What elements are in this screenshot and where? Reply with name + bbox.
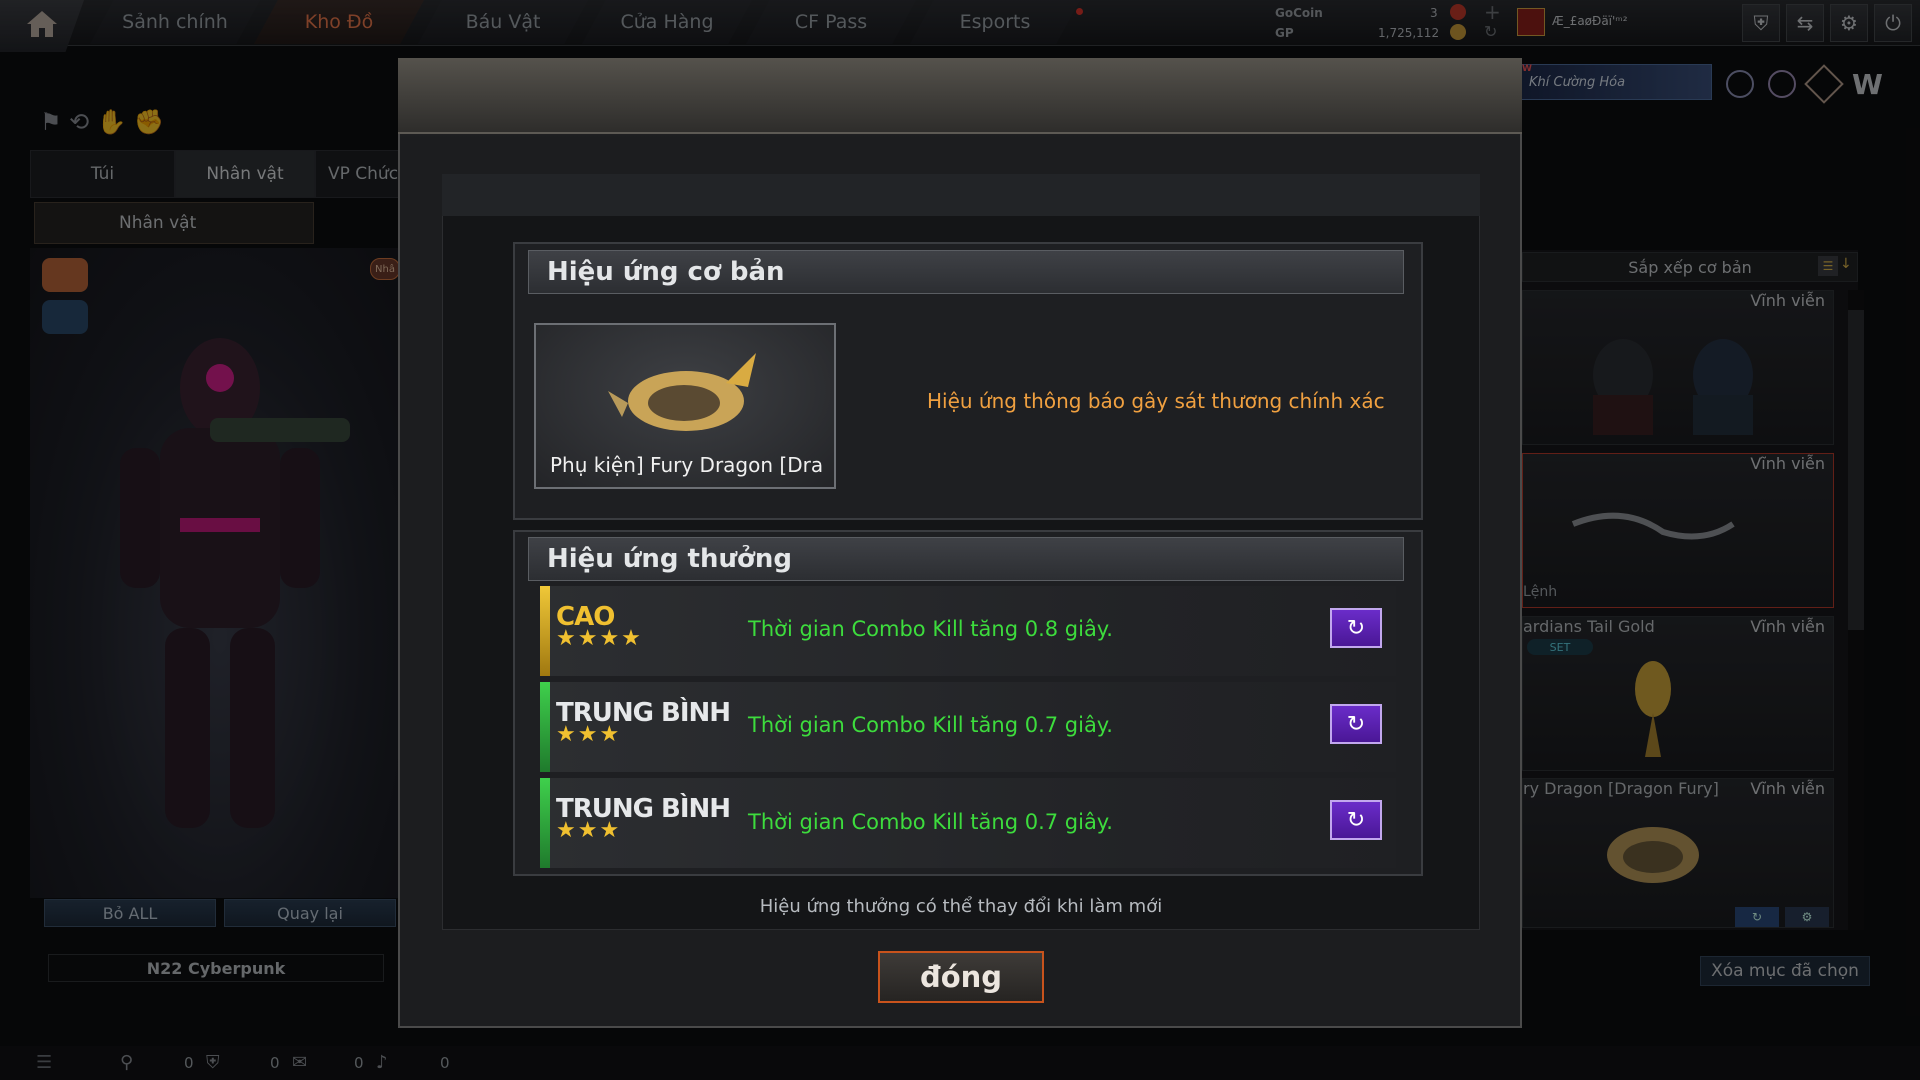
rarity-bar-medium <box>540 778 550 868</box>
refresh-effect-button[interactable]: ↻ <box>1330 704 1382 744</box>
item-preview-box: Phụ kiện] Fury Dragon [Dra; <box>534 323 836 489</box>
dialog-content-strip <box>442 174 1480 216</box>
rarity-bar-medium <box>540 682 550 772</box>
rarity-stars: ★★★ <box>556 818 622 843</box>
refresh-gp-icon: ↻ <box>1346 615 1366 641</box>
effect-text: Thời gian Combo Kill tăng 0.8 giây. <box>748 617 1113 641</box>
bonus-effect-title: Hiệu ứng thưởng <box>528 537 1404 581</box>
close-button[interactable]: đóng <box>878 951 1044 1003</box>
basic-effect-title: Hiệu ứng cơ bản <box>528 250 1404 294</box>
rarity-bar-high <box>540 586 550 676</box>
refresh-gp-icon: ↻ <box>1346 711 1366 737</box>
refresh-gp-icon: ↻ <box>1346 807 1366 833</box>
rarity-stars: ★★★★ <box>556 626 643 651</box>
item-name: Phụ kiện] Fury Dragon [Dra; <box>550 453 822 477</box>
rarity-stars: ★★★ <box>556 722 622 747</box>
dialog-header <box>398 58 1522 134</box>
effect-text: Thời gian Combo Kill tăng 0.7 giây. <box>748 713 1113 737</box>
footer-note: Hiệu ứng thưởng có thể thay đổi khi làm … <box>759 896 1163 917</box>
dragon-accessory-image <box>608 353 756 431</box>
refresh-effect-button[interactable]: ↻ <box>1330 608 1382 648</box>
basic-effect-text: Hiệu ứng thông báo gây sát thương chính … <box>927 389 1385 413</box>
effect-text: Thời gian Combo Kill tăng 0.7 giây. <box>748 810 1113 834</box>
refresh-effect-button[interactable]: ↻ <box>1330 800 1382 840</box>
